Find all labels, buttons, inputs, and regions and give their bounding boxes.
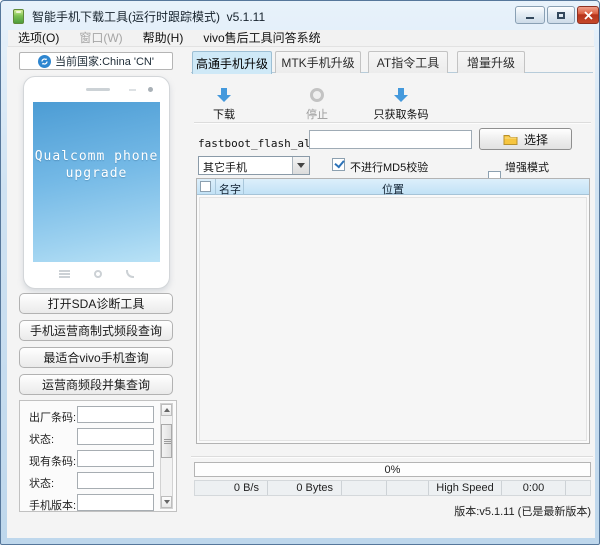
menu-item-vivo-qa[interactable]: vivo售后工具问答系统: [193, 30, 330, 46]
phone-preview: Qualcomm phone upgrade: [23, 76, 170, 289]
factory-barcode-field[interactable]: [77, 406, 154, 423]
status-time: 0:00: [502, 481, 566, 495]
phone-version-field[interactable]: [77, 494, 154, 511]
status-bar: 0 B/s 0 Bytes High Speed 0:00: [194, 480, 591, 496]
status-cell-4: [387, 481, 429, 495]
best-vivo-phone-query-button[interactable]: 最适合vivo手机查询: [19, 347, 173, 368]
phone-screen: Qualcomm phone upgrade: [33, 102, 160, 262]
phone-nav-buttons: [24, 268, 169, 280]
md5-skip-label: 不进行MD5校验: [350, 162, 429, 174]
status-bytes: 0 Bytes: [268, 481, 342, 495]
phone-sensor: [129, 89, 136, 91]
current-barcode-field[interactable]: [77, 450, 154, 467]
column-header-location[interactable]: 位置: [243, 181, 543, 197]
menu-item-help[interactable]: 帮助(H): [133, 30, 194, 46]
minimize-icon: [526, 17, 534, 19]
menu-item-options[interactable]: 选项(O): [8, 30, 69, 46]
current-country-label: 当前国家:China 'CN': [55, 56, 154, 68]
status-label-1: 状态:: [29, 434, 55, 446]
carrier-band-query-button[interactable]: 手机运营商制式频段查询: [19, 320, 173, 341]
sync-icon: [38, 54, 52, 68]
window-title: 智能手机下载工具(运行时跟踪模式) v5.1.11: [32, 10, 266, 24]
phone-screen-text-line2: upgrade: [65, 166, 128, 181]
barcode-fields-panel: 出厂条码: 状态: 现有条码: 状态: 手机版本:: [19, 400, 177, 512]
column-header-name[interactable]: 名字: [219, 181, 241, 197]
progress-separator: [191, 456, 593, 458]
browse-button-label: 选择: [523, 132, 548, 147]
download-arrow-icon: [217, 88, 231, 102]
file-table-body[interactable]: [199, 197, 587, 441]
fields-scrollbar[interactable]: [160, 403, 173, 509]
dropdown-arrow-button[interactable]: [292, 157, 309, 174]
enhanced-mode-label: 增强模式: [505, 162, 549, 174]
phone-version-label: 手机版本:: [29, 500, 77, 512]
stop-button: 停止: [277, 86, 357, 122]
maximize-icon: [557, 11, 565, 19]
phone-screen-text-line1: Qualcomm phone: [34, 149, 159, 164]
app-window: 智能手机下载工具(运行时跟踪模式) v5.1.11 选项(O) 窗口(W) 帮助…: [0, 0, 600, 545]
current-country-bar[interactable]: 当前国家:China 'CN': [19, 52, 173, 70]
factory-barcode-label: 出厂条码:: [29, 412, 77, 424]
folder-icon: [503, 135, 518, 145]
scroll-down-icon[interactable]: [161, 496, 172, 508]
carrier-band-union-query-button[interactable]: 运营商频段并集查询: [19, 374, 173, 395]
current-barcode-label: 现有条码:: [29, 456, 77, 468]
file-table: 名字 位置: [196, 178, 590, 444]
get-barcode-only-button[interactable]: 只获取条码: [361, 86, 441, 122]
menu-item-window: 窗口(W): [79, 31, 123, 45]
status-mode: High Speed: [429, 481, 502, 495]
tab-qualcomm-upgrade[interactable]: 高通手机升级: [192, 51, 272, 74]
progress-bar: 0%: [194, 462, 591, 477]
phone-home-icon: [94, 270, 102, 278]
status-field-2[interactable]: [77, 472, 154, 489]
download-arrow-icon: [394, 88, 408, 102]
device-type-dropdown[interactable]: 其它手机: [198, 156, 310, 175]
menu-bar: 选项(O) 窗口(W) 帮助(H) vivo售后工具问答系统: [8, 30, 594, 47]
file-table-header: 名字 位置: [197, 179, 589, 197]
status-field-1[interactable]: [77, 428, 154, 445]
status-label-2: 状态:: [29, 478, 55, 490]
scroll-up-icon[interactable]: [161, 404, 172, 416]
phone-back-icon: [126, 270, 134, 278]
stop-circle-icon: [310, 88, 324, 102]
close-icon: [583, 10, 593, 20]
minimize-button[interactable]: [515, 6, 545, 24]
toolbar-separator: [194, 122, 591, 124]
maximize-button[interactable]: [547, 6, 575, 24]
phone-camera-icon: [148, 87, 153, 92]
select-all-checkbox[interactable]: [200, 181, 211, 192]
chevron-down-icon: [297, 163, 305, 172]
app-phone-icon: [13, 9, 24, 24]
md5-skip-checkbox[interactable]: [332, 158, 345, 171]
fastboot-file-input[interactable]: [309, 130, 472, 149]
close-button[interactable]: [577, 6, 599, 24]
tab-mtk-upgrade[interactable]: MTK手机升级: [275, 51, 361, 73]
open-sda-tool-button[interactable]: 打开SDA诊断工具: [19, 293, 173, 314]
browse-button[interactable]: 选择: [479, 128, 572, 150]
version-label: 版本:v5.1.11 (已是最新版本): [454, 506, 591, 518]
download-button[interactable]: 下载: [184, 86, 264, 122]
tab-incremental-upgrade[interactable]: 增量升级: [457, 51, 525, 73]
title-bar[interactable]: 智能手机下载工具(运行时跟踪模式) v5.1.11: [1, 1, 599, 29]
status-speed: 0 B/s: [195, 481, 268, 495]
scrollbar-thumb[interactable]: [161, 424, 172, 458]
progress-percent-label: 0%: [384, 464, 401, 476]
phone-speaker: [86, 88, 110, 91]
phone-menu-icon: [59, 273, 70, 275]
device-type-value: 其它手机: [203, 162, 247, 174]
status-cell-3: [342, 481, 387, 495]
tab-at-command-tool[interactable]: AT指令工具: [368, 51, 448, 73]
